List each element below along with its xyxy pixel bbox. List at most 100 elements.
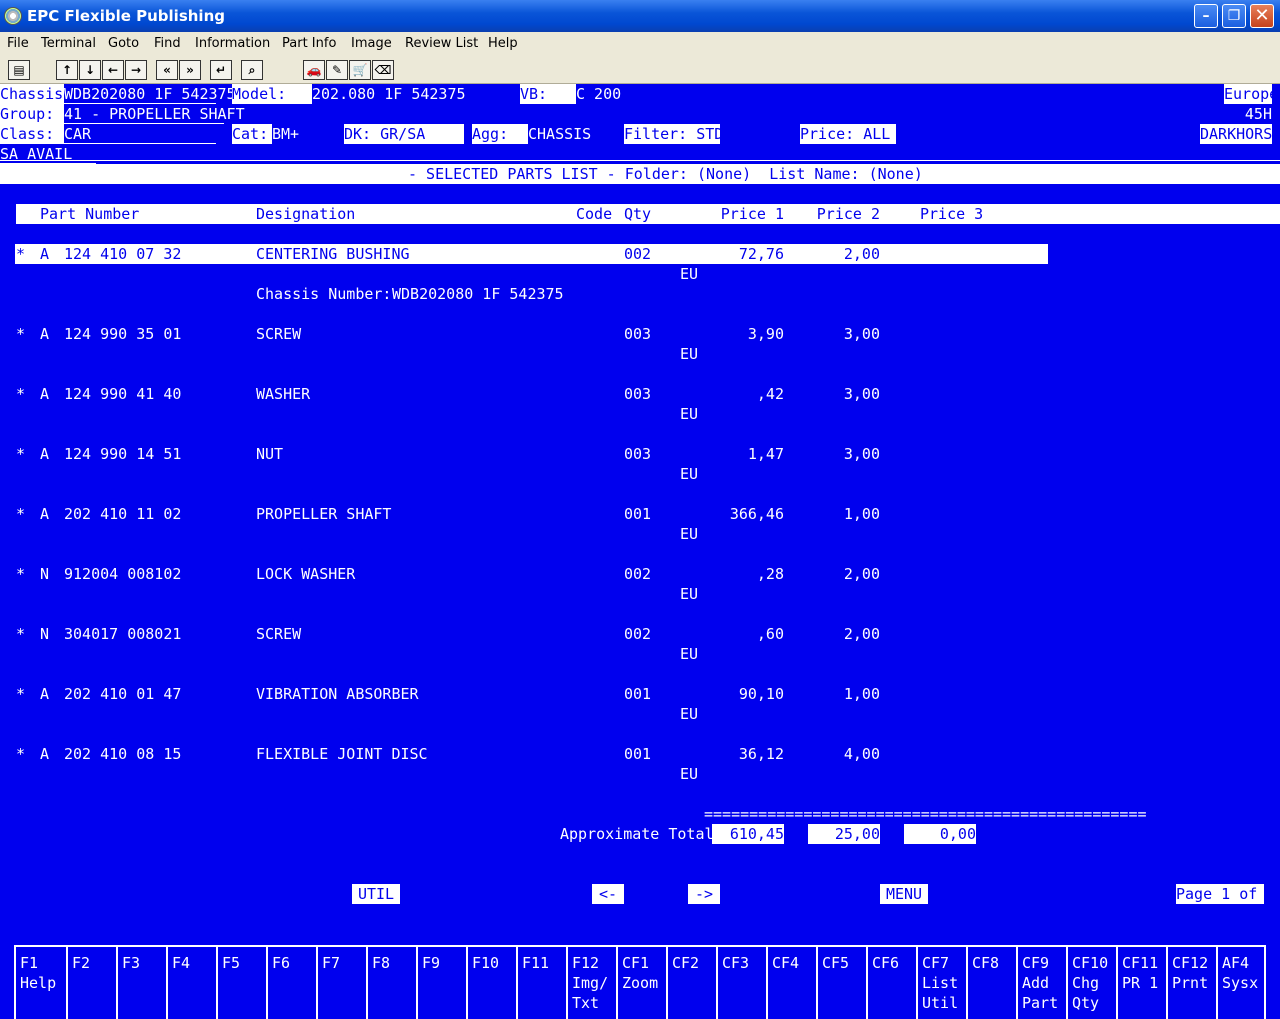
- fkey-label-line: AF4: [1222, 954, 1250, 972]
- part-number[interactable]: 124 990 35 01: [64, 324, 181, 344]
- part-number[interactable]: 202 410 11 02: [64, 504, 181, 524]
- prev-button[interactable]: <-: [592, 884, 624, 904]
- minimize-button[interactable]: –: [1194, 4, 1218, 28]
- total-price1: 610,45: [712, 824, 784, 844]
- fkey-f5[interactable]: F5: [216, 947, 266, 1019]
- maximize-button[interactable]: ❐: [1222, 4, 1246, 28]
- print-icon[interactable]: ▤: [8, 60, 30, 80]
- fkey-f9[interactable]: F9: [416, 947, 466, 1019]
- arrow-right-icon[interactable]: →: [125, 60, 147, 80]
- menu-help[interactable]: Help: [488, 36, 518, 51]
- fkey-f10[interactable]: F10: [466, 947, 516, 1019]
- part-number[interactable]: 202 410 08 15: [64, 744, 181, 764]
- part-number[interactable]: 124 990 14 51: [64, 444, 181, 464]
- fkey-f12[interactable]: F12 Img/Txt: [566, 947, 616, 1019]
- part-prefix: A: [40, 385, 50, 403]
- fkey-label-line: Util: [922, 994, 959, 1012]
- part-number[interactable]: 202 410 01 47: [64, 684, 181, 704]
- fkey-cf1[interactable]: CF1 Zoom: [616, 947, 666, 1019]
- fkey-label-line: List: [922, 974, 959, 992]
- page-forward-icon[interactable]: »: [179, 60, 201, 80]
- chassis-value[interactable]: WDB202080 1F 542375: [64, 84, 236, 104]
- zoom-icon[interactable]: ⌕: [241, 60, 263, 80]
- agg-value: CHASSIS: [528, 125, 592, 143]
- fkey-f1[interactable]: F1 Help: [16, 947, 66, 1019]
- totals-separator: ========================================…: [704, 805, 1147, 823]
- fkey-cf2[interactable]: CF2: [666, 947, 716, 1019]
- class-value[interactable]: CAR: [64, 124, 216, 144]
- part-designation: PROPELLER SHAFT: [256, 505, 392, 523]
- fkey-label-line: CF8: [972, 954, 1000, 972]
- fkey-f6[interactable]: F6: [266, 947, 316, 1019]
- menu-image[interactable]: Image: [351, 36, 392, 51]
- cat-value: BM+: [272, 125, 300, 143]
- fkey-cf9[interactable]: CF9 Add Part: [1016, 947, 1066, 1019]
- fkey-label-line: CF10: [1072, 954, 1109, 972]
- part-number[interactable]: 124 990 41 40: [64, 384, 181, 404]
- part-designation: SCREW: [256, 325, 302, 343]
- enter-icon[interactable]: ↵: [210, 60, 232, 80]
- fkey-label-line: F9: [422, 954, 441, 972]
- fkey-f2[interactable]: F2: [66, 947, 116, 1019]
- menu-button[interactable]: MENU: [880, 884, 928, 904]
- fkey-af4[interactable]: AF4 Sysx: [1216, 947, 1266, 1019]
- sa-avail[interactable]: SA AVAIL: [0, 144, 96, 164]
- part-price2: 1,00: [843, 505, 880, 523]
- chassis-note-value: WDB202080 1F 542375: [392, 285, 564, 303]
- dk-field[interactable]: DK: GR/SA: [344, 124, 464, 144]
- part-price2: 1,00: [843, 685, 880, 703]
- part-designation: LOCK WASHER: [256, 565, 356, 583]
- part-prefix: A: [40, 445, 50, 463]
- arrow-up-icon[interactable]: ↑: [56, 60, 78, 80]
- fkey-f7[interactable]: F7: [316, 947, 366, 1019]
- fkey-cf12[interactable]: CF12 Prnt: [1166, 947, 1216, 1019]
- total-label: Approximate Total:: [560, 825, 723, 843]
- page-indicator: Page 1 of 2: [1176, 884, 1276, 904]
- note-icon[interactable]: ✎: [326, 60, 348, 80]
- part-number[interactable]: 912004 008102: [64, 564, 181, 584]
- fkey-cf3[interactable]: CF3: [716, 947, 766, 1019]
- col-code: Code: [576, 205, 613, 223]
- fkey-f11[interactable]: F11: [516, 947, 566, 1019]
- menu-information[interactable]: Information: [195, 36, 270, 51]
- arrow-left-icon[interactable]: ←: [102, 60, 124, 80]
- fkey-f3[interactable]: F3: [116, 947, 166, 1019]
- fkey-f4[interactable]: F4: [166, 947, 216, 1019]
- fkey-label-line: Add: [1022, 974, 1050, 992]
- filter-field[interactable]: Filter: STD: [624, 124, 723, 144]
- fkey-cf8[interactable]: CF8: [966, 947, 1016, 1019]
- cart-icon[interactable]: 🛒: [349, 60, 371, 80]
- price-field[interactable]: Price: ALL: [800, 124, 896, 144]
- part-number[interactable]: 124 410 07 32: [64, 244, 181, 264]
- menu-part-info[interactable]: Part Info: [282, 36, 336, 51]
- util-button[interactable]: UTIL: [352, 884, 400, 904]
- fkey-cf4[interactable]: CF4: [766, 947, 816, 1019]
- col-part-number: Part Number: [40, 205, 140, 223]
- group-value[interactable]: 41 - PROPELLER SHAFT: [64, 104, 245, 124]
- menu-review-list[interactable]: Review List: [405, 36, 478, 51]
- fkey-cf10[interactable]: CF10 Chg Qty: [1066, 947, 1116, 1019]
- fkey-label-line: Img/: [572, 974, 609, 992]
- menu-terminal[interactable]: Terminal: [41, 36, 96, 51]
- part-price2: 4,00: [843, 745, 880, 763]
- menu-file[interactable]: File: [7, 36, 29, 51]
- cart-remove-icon[interactable]: ⌫: [372, 60, 394, 80]
- menu-goto[interactable]: Goto: [108, 36, 139, 51]
- window-title: EPC Flexible Publishing: [27, 7, 225, 25]
- terminal-screen: Chassis: WDB202080 1F 542375 Model: 202.…: [0, 84, 1280, 1019]
- car-icon[interactable]: 🚗: [303, 60, 325, 80]
- fkey-f8[interactable]: F8: [366, 947, 416, 1019]
- part-price1: 366,46: [729, 505, 784, 523]
- row-mark: *: [16, 245, 26, 263]
- page-back-icon[interactable]: «: [156, 60, 178, 80]
- menu-find[interactable]: Find: [154, 36, 181, 51]
- next-button[interactable]: ->: [688, 884, 720, 904]
- fkey-cf11[interactable]: CF11 PR 1: [1116, 947, 1166, 1019]
- close-button[interactable]: ✕: [1250, 4, 1274, 28]
- fkey-cf5[interactable]: CF5: [816, 947, 866, 1019]
- class-label: Class:: [0, 124, 64, 144]
- arrow-down-icon[interactable]: ↓: [79, 60, 101, 80]
- fkey-cf6[interactable]: CF6: [866, 947, 916, 1019]
- part-number[interactable]: 304017 008021: [64, 624, 181, 644]
- fkey-cf7[interactable]: CF7 List Util: [916, 947, 966, 1019]
